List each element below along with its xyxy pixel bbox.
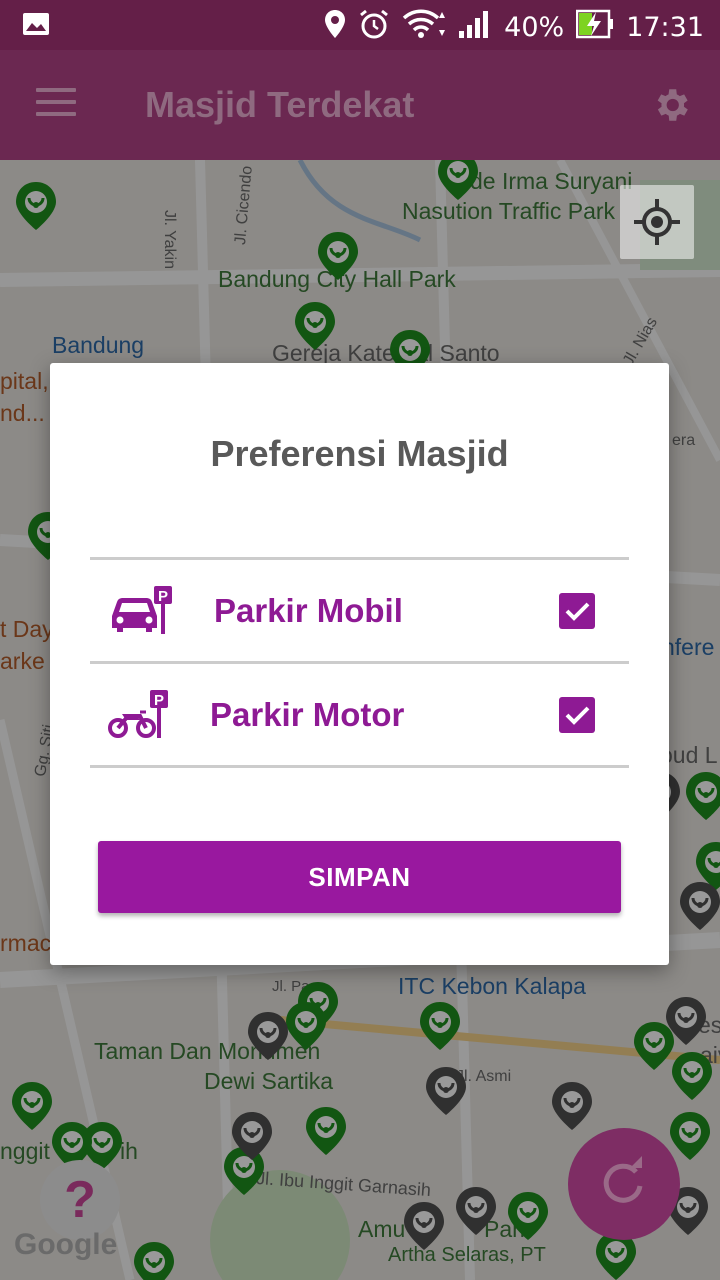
location-icon [324,9,346,46]
menu-icon[interactable] [36,88,76,122]
option-label: Parkir Motor [210,696,405,733]
svg-text:P: P [154,692,164,709]
option-parkir-mobil[interactable]: P Parkir Mobil [90,560,629,661]
refresh-icon [603,1156,643,1203]
checkmark-icon [565,706,590,725]
battery-percent: 40% [504,12,565,43]
alarm-icon [358,8,390,47]
signal-icon [458,9,492,46]
image-icon [22,12,50,41]
save-button-label: SIMPAN [308,862,411,892]
clock: 17:31 [626,12,704,43]
save-button[interactable]: SIMPAN [98,841,621,913]
help-label: ? [64,1171,96,1229]
dialog-title: Preferensi Masjid [210,433,509,474]
divider [90,765,629,768]
refresh-button[interactable] [568,1128,680,1240]
app-bar: Masjid Terdekat [0,50,720,160]
gear-icon[interactable] [650,84,692,126]
app-title: Masjid Terdekat [145,84,415,125]
battery-charging-icon [575,9,614,46]
wifi-icon [402,8,446,47]
option-parkir-motor[interactable]: P Parkir Motor [90,664,629,765]
checkbox-parkir-motor[interactable] [559,697,595,733]
svg-text:P: P [158,588,168,605]
checkmark-icon [565,602,590,621]
option-label: Parkir Mobil [214,592,403,629]
my-location-icon[interactable] [620,185,694,259]
status-bar: 40% 17:31 [0,0,720,50]
motorcycle-parking-icon: P [108,690,176,747]
checkbox-parkir-mobil[interactable] [559,593,595,629]
preferences-dialog: Preferensi Masjid P Parkir Mobil P Parki… [50,363,669,965]
car-parking-icon: P [108,586,176,641]
google-logo: Google [14,1228,118,1261]
